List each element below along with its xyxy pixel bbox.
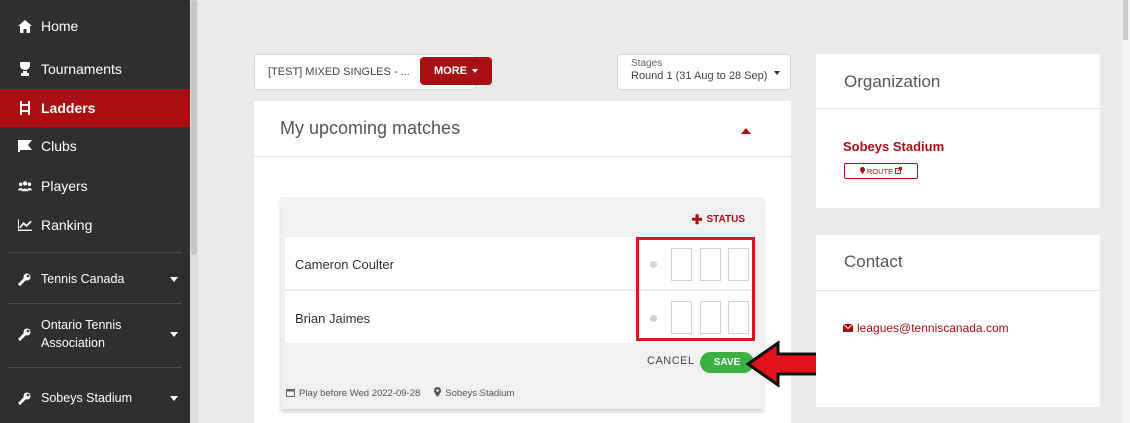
external-link-icon (895, 166, 903, 176)
contact-title: Contact (844, 252, 903, 271)
sidebar-item-label: Ranking (41, 217, 93, 233)
stages-value: Round 1 (31 Aug to 28 Sep) (631, 70, 768, 82)
sidebar-item-ladders[interactable]: Ladders (0, 89, 190, 127)
add-status-button[interactable]: ✚ STATUS (692, 213, 745, 226)
sidebar-item-ranking[interactable]: Ranking (0, 206, 190, 244)
sidebar: Home Tournaments Ladders Clubs Players R… (0, 0, 190, 423)
wrench-icon (18, 327, 32, 341)
envelope-icon (842, 321, 854, 335)
sidebar-item-label: Home (41, 18, 79, 34)
match-deadline: Play before Wed 2022-09-28 (299, 388, 421, 399)
contact-email-link[interactable]: leagues@tenniscanada.com (842, 321, 1009, 335)
scrollbar-thumb[interactable] (191, 0, 197, 255)
sidebar-item-label: Ladders (41, 100, 96, 116)
collapse-icon[interactable] (741, 128, 751, 134)
page-scrollbar[interactable] (1122, 0, 1130, 423)
sidebar-item-players[interactable]: Players (0, 167, 190, 205)
chevron-down-icon (170, 277, 178, 282)
map-marker-icon (859, 166, 865, 176)
highlight-box (636, 237, 755, 341)
save-button-label: SAVE (713, 357, 741, 368)
sidebar-group-label: Ontario Tennis (41, 318, 122, 332)
panel-title: My upcoming matches (280, 118, 461, 138)
sidebar-item-label: Players (41, 178, 88, 194)
ladder-select-value: [TEST] MIXED SINGLES - ... (268, 66, 410, 78)
sidebar-scrollbar[interactable] (190, 0, 198, 423)
player-name: Cameron Coulter (295, 257, 394, 272)
divider (816, 108, 1100, 109)
sidebar-group-label: Tennis Canada (41, 272, 125, 286)
sidebar-group-label: Sobeys Stadium (41, 391, 133, 405)
sidebar-item-label: Tournaments (41, 61, 122, 77)
sidebar-group-tennis-canada[interactable]: Tennis Canada (0, 263, 190, 295)
wrench-icon (18, 391, 32, 405)
organization-card: Organization Sobeys Stadium ROUTE (816, 54, 1100, 208)
route-button[interactable]: ROUTE (844, 163, 918, 179)
divider (816, 290, 1100, 291)
sidebar-divider (8, 252, 182, 253)
match-venue: Sobeys Stadium (445, 388, 515, 399)
sidebar-item-label: Clubs (41, 138, 77, 154)
player-name: Brian Jaimes (295, 311, 371, 326)
calendar-icon (286, 388, 295, 400)
scrollbar-thumb[interactable] (1123, 0, 1128, 40)
sidebar-divider (8, 303, 182, 304)
map-marker-icon (434, 387, 442, 400)
wrench-icon (18, 272, 32, 286)
sidebar-item-tournaments[interactable]: Tournaments (0, 50, 190, 88)
sidebar-divider (8, 367, 182, 368)
cancel-button[interactable]: CANCEL (647, 355, 695, 367)
contact-email: leagues@tenniscanada.com (857, 321, 1009, 335)
more-button-label: MORE (434, 65, 467, 77)
trophy-icon (18, 62, 32, 76)
home-icon (18, 19, 32, 33)
status-label: STATUS (706, 214, 745, 225)
ladder-icon (18, 101, 32, 115)
stages-label: Stages (631, 58, 663, 69)
sidebar-group-label: Association (41, 336, 105, 350)
chevron-down-icon (774, 71, 780, 75)
match-footer: Play before Wed 2022-09-28 Sobeys Stadiu… (286, 387, 514, 400)
plus-icon: ✚ (691, 212, 703, 227)
chevron-down-icon (170, 396, 178, 401)
route-label: ROUTE (866, 166, 894, 176)
organization-title: Organization (844, 72, 941, 91)
contact-card: Contact leagues@tenniscanada.com (816, 235, 1100, 407)
sidebar-item-clubs[interactable]: Clubs (0, 127, 190, 165)
chart-icon (18, 218, 32, 232)
users-icon (18, 179, 32, 193)
sidebar-group-sobeys-stadium[interactable]: Sobeys Stadium (0, 382, 190, 414)
chevron-down-icon (472, 69, 478, 73)
flag-icon (18, 139, 32, 153)
sidebar-item-home[interactable]: Home (0, 7, 190, 45)
panel-header[interactable]: My upcoming matches (254, 101, 791, 157)
sidebar-group-ontario-tennis[interactable]: Ontario Tennis Association (0, 316, 190, 352)
chevron-down-icon (170, 332, 178, 337)
more-button[interactable]: MORE (420, 57, 492, 85)
stages-select[interactable]: Stages Round 1 (31 Aug to 28 Sep) (617, 54, 791, 90)
organization-link[interactable]: Sobeys Stadium (843, 139, 944, 154)
